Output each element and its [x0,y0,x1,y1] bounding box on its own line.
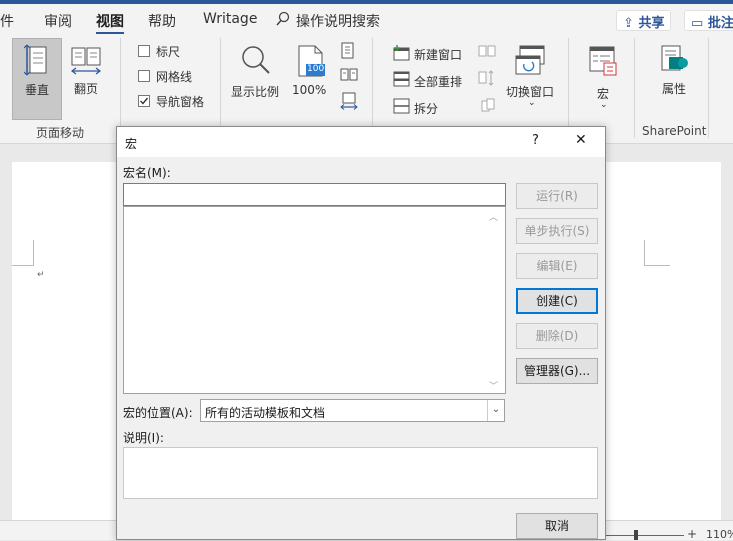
navigation-pane-checkbox[interactable] [138,95,150,107]
macros-dialog: 宏 ? ✕ 宏名(M): ︿ ﹀ 宏的位置(A): 所有的活动模板和文档 ⌄ 说… [116,126,606,540]
properties-button[interactable]: 属性 [644,38,704,120]
one-page-icon[interactable] [340,42,356,63]
macros-in-label: 宏的位置(A): [123,406,193,420]
zoom-label: 显示比例 [231,85,280,99]
ribbon-separator [120,38,121,138]
tell-me-search[interactable]: 操作说明搜索 [296,11,380,31]
macros-icon [588,45,618,80]
multiple-pages-icon[interactable] [340,68,358,85]
reset-window-position-icon[interactable] [478,97,496,116]
page-100-icon [296,44,326,81]
magnifier-icon [240,44,272,79]
new-window-button[interactable]: 新建窗口 [414,46,462,63]
ribbon-separator [568,38,569,138]
properties-label: 属性 [662,82,687,96]
margin-mark-left [12,240,34,266]
paragraph-mark-icon: ↵ [37,270,45,280]
scroll-up-icon[interactable]: ︿ [489,210,498,223]
ribbon-separator [372,38,373,138]
page-movement-group-label: 页面移动 [36,126,85,140]
sharepoint-properties-icon [660,44,690,81]
synchronous-scrolling-icon[interactable] [478,70,496,89]
tab-help[interactable]: 帮助 [148,11,176,31]
arrange-all-button[interactable]: 全部重排 [414,73,462,90]
ribbon-separator [634,38,635,138]
share-label: 共享 [638,16,665,31]
navigation-pane-label: 导航窗格 [156,95,205,109]
page-100-icon-text: 100 [307,64,325,74]
split-icon [393,98,411,117]
switch-windows-button[interactable]: 切换窗口 ⌄ [500,38,562,120]
macros-button[interactable]: 宏 ⌄ [578,38,628,120]
ruler-checkbox[interactable] [138,45,150,57]
cancel-button[interactable]: 取消 [516,513,598,539]
side-by-side-pages-icon [70,46,102,79]
ribbon-separator [708,38,709,138]
split-button[interactable]: 拆分 [414,100,438,117]
chevron-down-icon: ⌄ [600,100,608,110]
margin-mark-right [644,240,670,266]
zoom-100-label: 100% [292,83,327,97]
page-width-icon[interactable] [340,92,358,113]
vertical-label: 垂直 [25,83,50,97]
help-button[interactable]: ? [532,133,539,148]
share-icon: ⇪ [623,16,634,31]
zoom-in-icon[interactable]: + [687,527,697,541]
view-side-by-side-icon[interactable] [478,44,496,61]
macro-name-input[interactable] [123,183,506,206]
zoom-slider-track[interactable] [604,535,684,536]
close-icon[interactable]: ✕ [575,132,587,148]
scroll-down-icon[interactable]: ﹀ [489,379,498,392]
sharepoint-group-label: SharePoint [642,124,707,138]
vertical-scroll-icon [23,43,52,80]
edit-button[interactable]: 编辑(E) [516,253,598,279]
chevron-down-icon: ⌄ [528,98,536,108]
zoom-100-button[interactable]: 100 100% [290,38,330,120]
comments-button[interactable]: ▭ 批注 [684,10,733,31]
macros-in-selected-value: 所有的活动模板和文档 [205,406,326,420]
macros-in-select[interactable]: 所有的活动模板和文档 ⌄ [200,399,505,422]
tab-writage[interactable]: Writage [203,11,257,27]
side-to-side-label: 翻页 [74,82,99,96]
chevron-down-icon[interactable]: ⌄ [487,400,504,421]
zoom-slider-thumb[interactable] [634,530,638,540]
gridlines-label: 网格线 [156,70,193,84]
new-window-icon [393,45,411,64]
tab-mailings[interactable]: 邮件 [0,11,14,31]
zoom-button[interactable]: 显示比例 [228,38,286,120]
macro-name-label: 宏名(M): [123,166,171,180]
step-into-button[interactable]: 单步执行(S) [516,218,598,244]
vertical-button[interactable]: 垂直 [12,38,62,120]
lightbulb-search-icon[interactable] [275,11,291,30]
tab-review[interactable]: 审阅 [44,11,72,31]
ruler-label: 标尺 [156,45,181,59]
macro-list[interactable]: ︿ ﹀ [123,206,506,394]
description-label: 说明(I): [123,431,164,445]
delete-button[interactable]: 删除(D) [516,323,598,349]
share-button[interactable]: ⇪ 共享 [616,10,672,31]
switch-windows-icon [514,44,548,79]
ribbon-separator [220,38,221,138]
tab-view[interactable]: 视图 [96,11,124,31]
checkmark-icon [140,97,149,105]
dialog-title: 宏 [125,137,138,151]
menu-bar: 邮件 审阅 视图 帮助 Writage 操作说明搜索 ⇪ 共享 ▭ 批注 [0,4,733,35]
organizer-button[interactable]: 管理器(G)... [516,358,598,384]
gridlines-checkbox[interactable] [138,70,150,82]
arrange-all-icon [393,71,411,90]
description-box [123,447,598,499]
run-button[interactable]: 运行(R) [516,183,598,209]
create-button[interactable]: 创建(C) [516,288,598,314]
dialog-title-bar: 宏 ? ✕ [117,127,605,157]
comment-icon: ▭ [691,16,704,31]
comments-label: 批注 [707,16,733,31]
zoom-percentage[interactable]: 110% [706,528,733,541]
side-to-side-button[interactable]: 翻页 [66,38,106,120]
